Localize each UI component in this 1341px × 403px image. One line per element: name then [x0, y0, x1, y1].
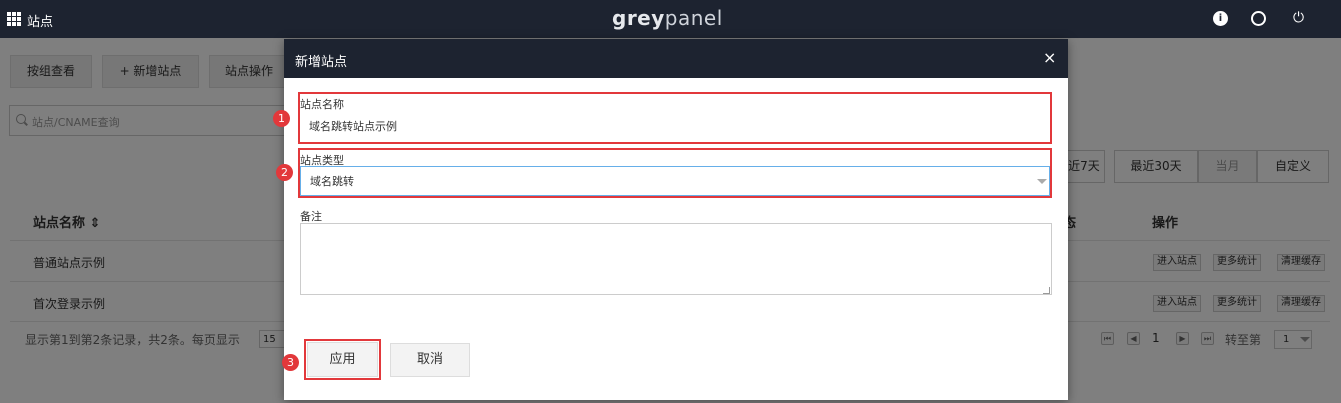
site-type-select[interactable]: 域名跳转	[300, 166, 1050, 196]
app-title: 站点	[27, 15, 54, 30]
power-icon[interactable]: ⏻	[1293, 10, 1304, 26]
add-site-dialog: 新增站点 × 站点名称 域名跳转站点示例 站点类型 域名跳转 备注 应用 取消	[284, 39, 1068, 400]
greypanel-logo: greypanel	[612, 6, 723, 30]
dialog-title: 新增站点	[295, 55, 348, 70]
apply-button[interactable]: 应用	[307, 342, 378, 377]
step-marker-2: 2	[276, 164, 293, 181]
close-icon[interactable]: ×	[1043, 48, 1056, 67]
step-marker-3: 3	[282, 354, 299, 371]
user-icon[interactable]: ·	[1251, 11, 1266, 26]
resize-handle-icon[interactable]	[1043, 287, 1050, 294]
site-name-label: 站点名称	[300, 98, 344, 111]
note-textarea[interactable]	[300, 223, 1052, 295]
site-name-input[interactable]: 域名跳转站点示例	[300, 111, 1050, 142]
note-label: 备注	[300, 210, 322, 223]
info-icon[interactable]: i	[1213, 11, 1228, 26]
top-bar: 站点 greypanel i · ⏻	[0, 0, 1341, 38]
dialog-header: 新增站点 ×	[284, 39, 1068, 78]
apps-grid-icon[interactable]	[7, 12, 21, 26]
step-marker-1: 1	[273, 110, 290, 127]
cancel-button[interactable]: 取消	[390, 343, 470, 377]
chevron-down-icon[interactable]	[1037, 179, 1047, 184]
